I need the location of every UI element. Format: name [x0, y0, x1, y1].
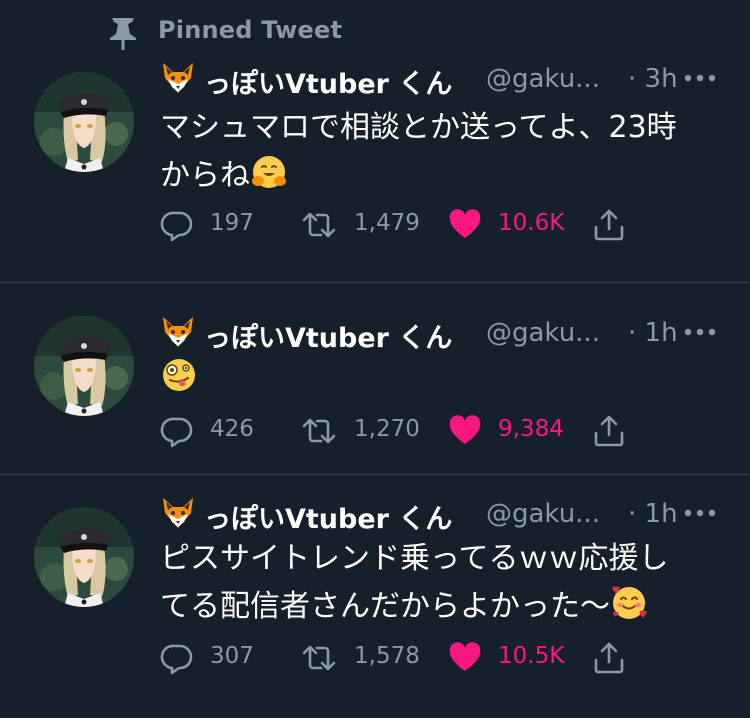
handle[interactable]: @gaku... — [486, 64, 600, 94]
hugging-face-emoji-icon — [250, 153, 288, 191]
handle[interactable]: @gaku... — [486, 499, 600, 529]
like-count: 10.5K — [498, 643, 565, 669]
tweet-text-line: てる配信者さんだからよかった～ — [160, 589, 610, 624]
like-count: 10.6K — [498, 210, 565, 236]
retweet-count: 1,270 — [354, 416, 420, 442]
tweet-actions: 426 1,270 9,384 — [160, 414, 720, 454]
retweet-icon[interactable] — [302, 641, 336, 675]
display-name[interactable]: っぽいVtuber くん — [204, 316, 452, 355]
retweet-count: 1,479 — [354, 210, 420, 236]
avatar[interactable] — [34, 316, 134, 416]
like-heart-icon[interactable] — [448, 414, 482, 448]
tweet-header: っぽいVtuber くん @gaku... · 3h — [160, 60, 720, 100]
tweet[interactable]: っぽいVtuber くん @gaku... · 3h マシュマロで相談とか送って… — [0, 0, 750, 282]
retweet-icon[interactable] — [302, 414, 336, 448]
reply-count: 197 — [210, 210, 254, 236]
avatar-image — [34, 72, 134, 172]
tweet-header: っぽいVtuber くん @gaku... · 1h — [160, 495, 720, 535]
tweet-text: マシュマロで相談とか送ってよ、23時 からね — [160, 104, 720, 200]
tweet-text-line: ピスサイトレンド乗ってるｗｗ応援し — [160, 541, 669, 576]
tweet-text: ピスサイトレンド乗ってるｗｗ応援し てる配信者さんだからよかった～ — [160, 535, 720, 631]
display-name[interactable]: っぽいVtuber くん — [204, 62, 452, 101]
smiling-face-with-hearts-emoji-icon — [610, 584, 648, 622]
tweet-text-line-2: てる配信者さんだからよかった～ — [160, 583, 720, 631]
more-icon[interactable] — [683, 73, 717, 83]
avatar[interactable] — [34, 72, 134, 172]
like-count: 9,384 — [498, 416, 564, 442]
share-icon[interactable] — [592, 641, 626, 675]
reply-icon[interactable] — [160, 414, 194, 448]
tweet[interactable]: っぽいVtuber くん @gaku... · 1h 426 1,270 9,3… — [0, 283, 750, 473]
tweet[interactable]: っぽいVtuber くん @gaku... · 1h ピスサイトレンド乗ってるｗ… — [0, 475, 750, 718]
share-icon[interactable] — [592, 414, 626, 448]
avatar-image — [34, 507, 134, 607]
retweet-icon[interactable] — [302, 208, 336, 242]
handle[interactable]: @gaku... — [486, 318, 600, 348]
tweet-text — [160, 355, 720, 403]
fox-emoji-icon — [160, 60, 196, 96]
reply-icon[interactable] — [160, 208, 194, 242]
like-heart-icon[interactable] — [448, 208, 482, 242]
tweet-text-line: からね — [160, 158, 250, 193]
display-name[interactable]: っぽいVtuber くん — [204, 497, 452, 536]
avatar[interactable] — [34, 507, 134, 607]
more-icon[interactable] — [683, 508, 717, 518]
zany-face-emoji-icon — [160, 356, 198, 394]
like-heart-icon[interactable] — [448, 641, 482, 675]
tweet-text-line-2: からね — [160, 152, 720, 200]
tweet-actions: 307 1,578 10.5K — [160, 641, 720, 681]
retweet-count: 1,578 — [354, 643, 420, 669]
reply-count: 307 — [210, 643, 254, 669]
timestamp[interactable]: · 3h — [628, 64, 678, 94]
share-icon[interactable] — [592, 208, 626, 242]
timestamp[interactable]: · 1h — [628, 318, 678, 348]
more-icon[interactable] — [683, 327, 717, 337]
fox-emoji-icon — [160, 314, 196, 350]
avatar-image — [34, 316, 134, 416]
tweet-header: っぽいVtuber くん @gaku... · 1h — [160, 314, 720, 354]
fox-emoji-icon — [160, 495, 196, 531]
timestamp[interactable]: · 1h — [628, 499, 678, 529]
tweet-text-line: マシュマロで相談とか送ってよ、23時 — [160, 110, 677, 145]
reply-count: 426 — [210, 416, 254, 442]
tweet-actions: 197 1,479 10.6K — [160, 208, 720, 248]
reply-icon[interactable] — [160, 641, 194, 675]
